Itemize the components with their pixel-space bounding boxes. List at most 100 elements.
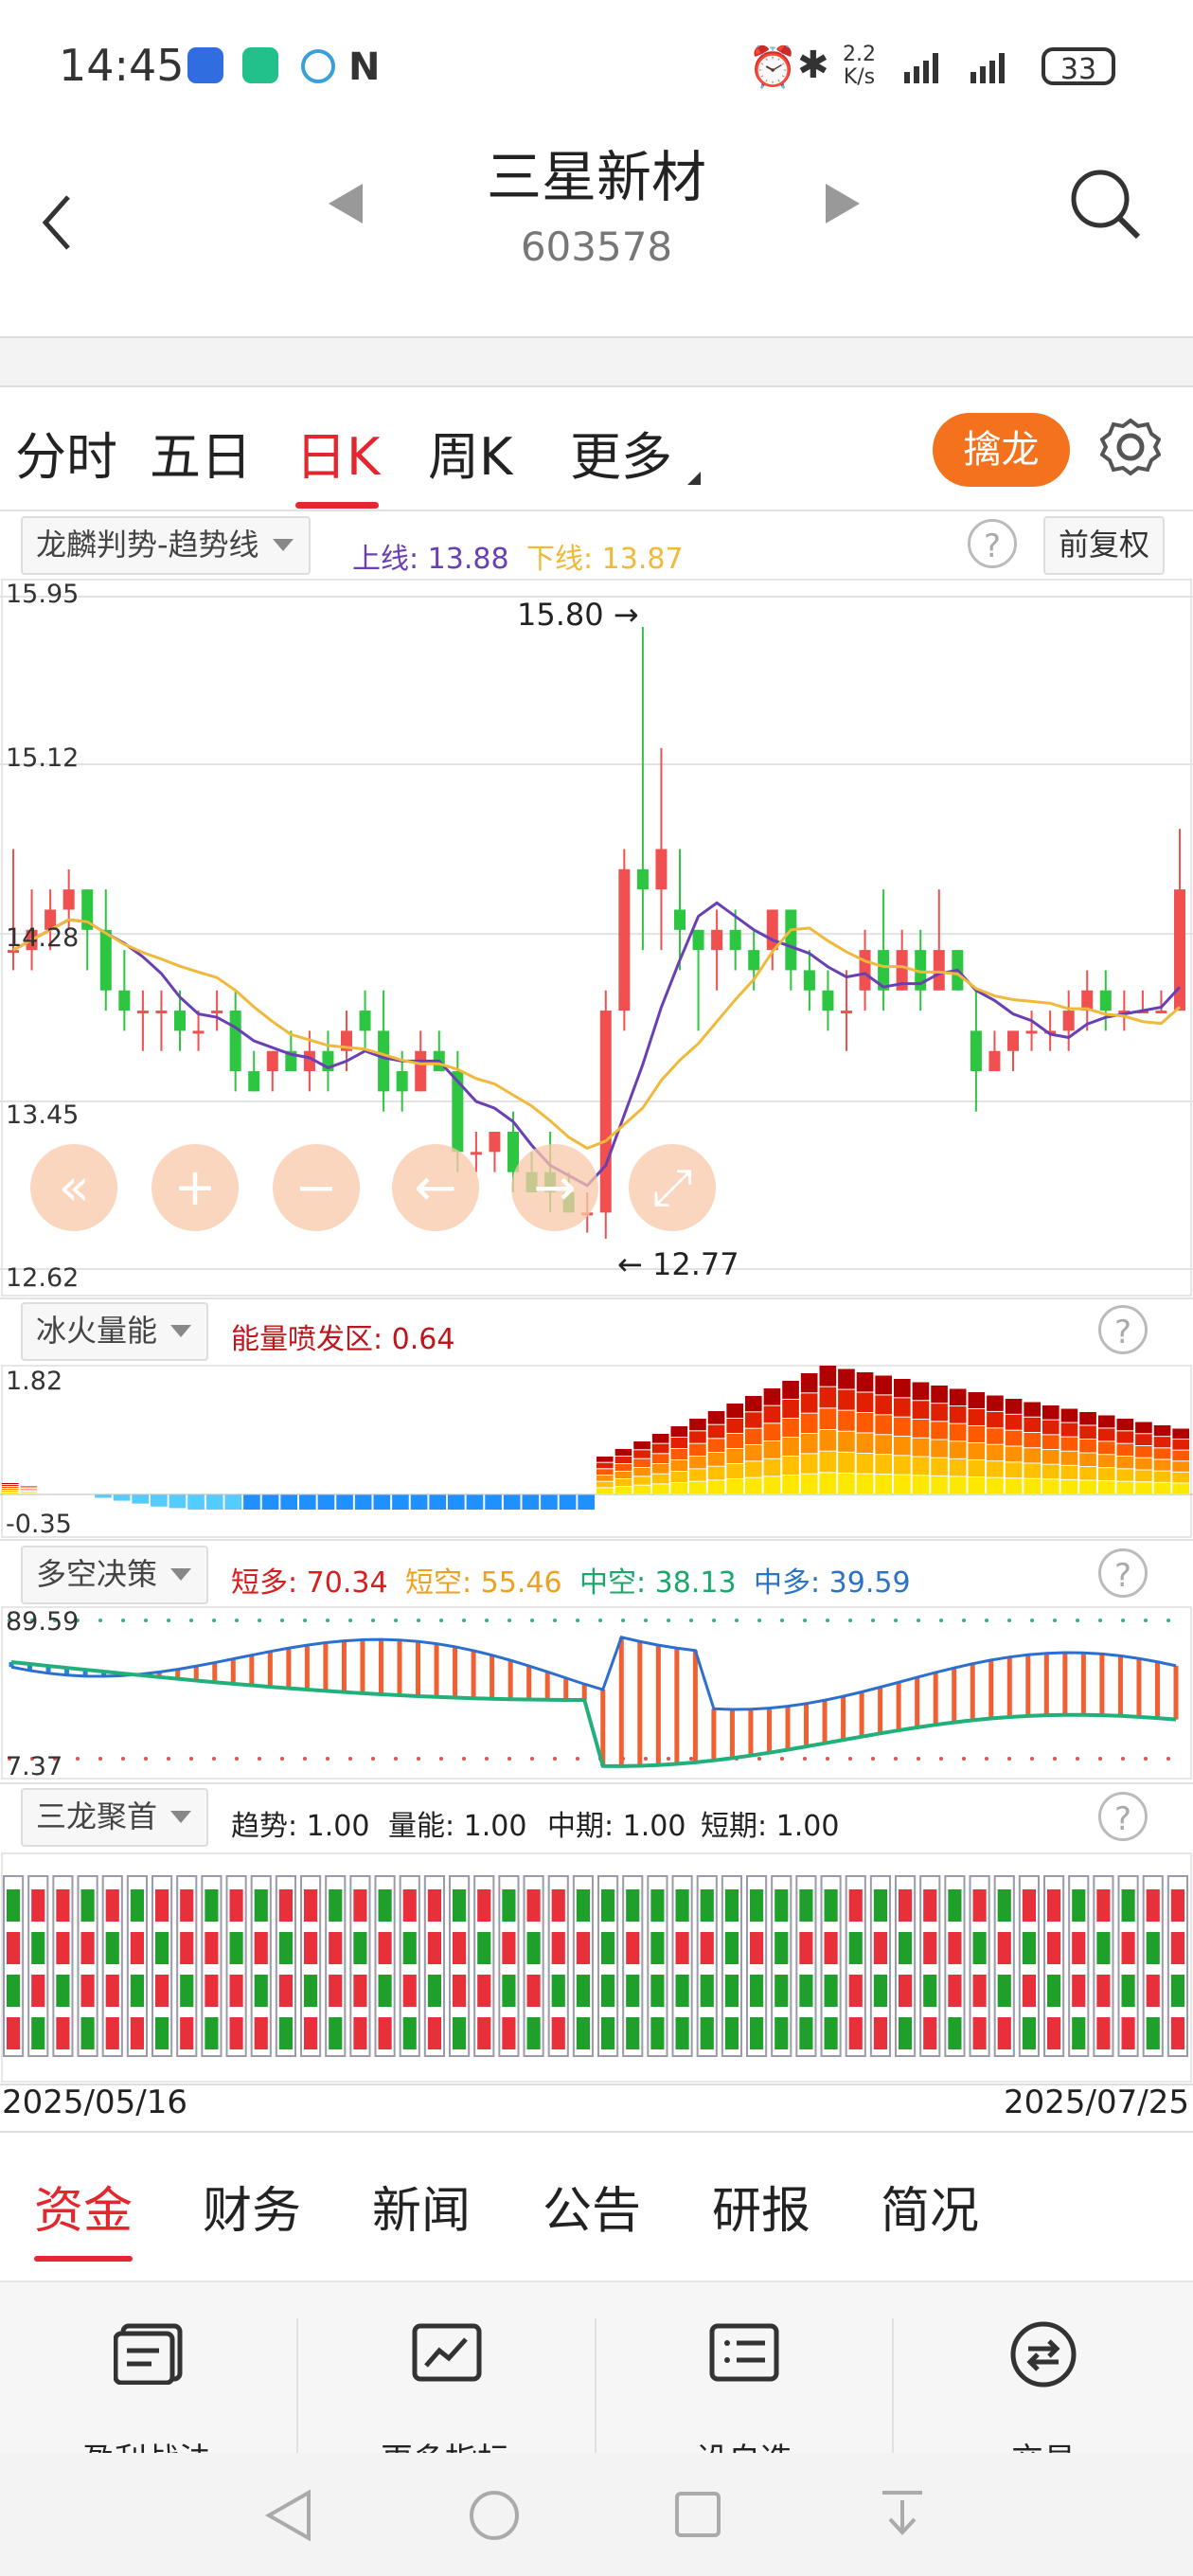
- energy-bar-segment: [707, 1453, 725, 1466]
- zoom-in-icon[interactable]: +: [151, 1144, 239, 1231]
- energy-bar-segment: [894, 1398, 911, 1417]
- energy-bar-segment: [596, 1457, 614, 1462]
- dragon-cell: [502, 1932, 516, 1964]
- energy-bar-segment: [1172, 1472, 1189, 1483]
- energy-bar-segment: [894, 1475, 911, 1494]
- dragon-cell: [675, 2017, 689, 2049]
- y-tick-label: 14.28: [6, 923, 80, 953]
- dragon-cell: [923, 1975, 937, 2007]
- energy-bar-segment: [856, 1433, 874, 1453]
- next-stock-icon[interactable]: [824, 182, 862, 229]
- chat-app-icon: [242, 47, 278, 83]
- energy-bar-negative: [392, 1494, 409, 1510]
- dragon-cell: [180, 1975, 194, 2007]
- level-dot: [917, 1619, 920, 1622]
- energy-bar-segment: [1116, 1457, 1134, 1469]
- system-back-icon[interactable]: [264, 2489, 312, 2546]
- energy-bar-segment: [1116, 1481, 1134, 1494]
- energy-bar-segment: [987, 1428, 1004, 1444]
- dragon-help-icon[interactable]: ?: [1098, 1792, 1148, 1841]
- fullscreen-icon[interactable]: ⤢: [629, 1144, 716, 1231]
- energy-help-icon[interactable]: ?: [1098, 1305, 1148, 1354]
- energy-bar-segment: [670, 1483, 688, 1494]
- level-dot: [735, 1619, 739, 1622]
- dragon-cell: [31, 2017, 45, 2049]
- energy-bar-segment: [838, 1389, 855, 1410]
- level-dot: [462, 1757, 466, 1761]
- dragon-cell: [750, 1889, 764, 1922]
- trade-icon[interactable]: [1009, 2320, 1077, 2392]
- dragon-cell: [724, 1889, 739, 1922]
- level-dot: [1076, 1757, 1079, 1761]
- system-recents-icon[interactable]: [674, 2491, 721, 2542]
- strategy-icon[interactable]: [113, 2322, 186, 2388]
- tab-intraday[interactable]: 分时: [15, 415, 117, 490]
- level-dot: [689, 1619, 693, 1622]
- high-price-marker: 15.80 →: [517, 597, 639, 633]
- level-dot: [235, 1757, 239, 1761]
- candle-body: [229, 1011, 241, 1072]
- dragon-cell: [453, 1975, 467, 2007]
- settings-gear-icon[interactable]: [1099, 417, 1162, 481]
- energy-bar-segment: [782, 1438, 799, 1456]
- level-dot: [280, 1757, 284, 1761]
- energy-bar-segment: [614, 1479, 632, 1486]
- energy-bar-segment: [931, 1476, 948, 1494]
- network-speed: 2.2 K/s: [843, 43, 876, 89]
- dragon-cell: [899, 2017, 913, 2049]
- dragon-cell: [229, 1889, 243, 1922]
- energy-bar-segment: [987, 1461, 1004, 1477]
- dragon-cell: [1022, 1932, 1036, 1964]
- energy-bar-segment: [633, 1450, 650, 1458]
- system-home-icon[interactable]: [468, 2489, 521, 2546]
- dragon-cell: [1047, 1932, 1061, 1964]
- tab-research[interactable]: 研报: [712, 2171, 810, 2242]
- energy-bar-segment: [838, 1431, 855, 1452]
- dragon-cell: [278, 1932, 293, 1964]
- tab-more[interactable]: 更多: [570, 415, 672, 490]
- main-indicator-select[interactable]: 龙麟判势-趋势线: [21, 516, 311, 575]
- dragon-cell: [626, 2017, 640, 2049]
- zoom-out-icon[interactable]: −: [273, 1144, 360, 1231]
- dragon-indicator-select[interactable]: 三龙聚首: [21, 1788, 209, 1847]
- catch-dragon-button[interactable]: 擒龙: [933, 413, 1070, 487]
- scroll-right-icon[interactable]: →: [511, 1144, 598, 1231]
- energy-bar-segment: [651, 1464, 669, 1474]
- mid-short-value: 中空: 38.13: [579, 1566, 737, 1600]
- watchlist-icon[interactable]: [708, 2322, 780, 2388]
- dragon-cell: [105, 1932, 119, 1964]
- tab-weekly-k[interactable]: 周K: [428, 415, 512, 490]
- dragon-cell: [205, 1975, 219, 2007]
- tab-news[interactable]: 新闻: [372, 2171, 471, 2242]
- scroll-left-icon[interactable]: ←: [392, 1144, 479, 1231]
- price-adjust-button[interactable]: 前复权: [1043, 516, 1166, 575]
- tab-funds[interactable]: 资金: [34, 2171, 133, 2242]
- energy-bar-segment: [1024, 1417, 1041, 1432]
- energy-bar-segment: [2, 1491, 19, 1492]
- level-dot: [553, 1757, 557, 1761]
- header-divider: [0, 336, 1193, 387]
- system-notification-icon[interactable]: [879, 2487, 926, 2544]
- tab-finance[interactable]: 财务: [203, 2171, 301, 2242]
- decision-help-icon[interactable]: ?: [1098, 1548, 1148, 1598]
- energy-bar-segment: [726, 1479, 743, 1494]
- dragon-cell: [304, 1889, 318, 1922]
- tab-announcements[interactable]: 公告: [543, 2171, 641, 2242]
- energy-bar-segment: [1024, 1433, 1041, 1448]
- dragon-cell: [56, 1889, 70, 1922]
- level-dot: [644, 1757, 648, 1761]
- dragon-cell: [7, 2017, 21, 2049]
- level-dot: [394, 1619, 398, 1622]
- energy-bar-segment: [689, 1419, 706, 1431]
- tab-five-day[interactable]: 五日: [150, 415, 252, 490]
- main-help-icon[interactable]: ?: [968, 519, 1017, 568]
- energy-indicator-select[interactable]: 冰火量能: [21, 1302, 209, 1361]
- dragon-cell: [824, 1889, 838, 1922]
- indicators-icon[interactable]: [411, 2322, 483, 2388]
- tab-profile[interactable]: 简况: [881, 2171, 979, 2242]
- scroll-left-fast-icon[interactable]: «: [30, 1144, 117, 1231]
- decision-indicator-select[interactable]: 多空决策: [21, 1546, 209, 1604]
- tab-daily-k[interactable]: 日K: [295, 415, 380, 490]
- dragon-short-value: 短期: 1.00: [701, 1810, 840, 1843]
- search-icon[interactable]: [1068, 167, 1144, 246]
